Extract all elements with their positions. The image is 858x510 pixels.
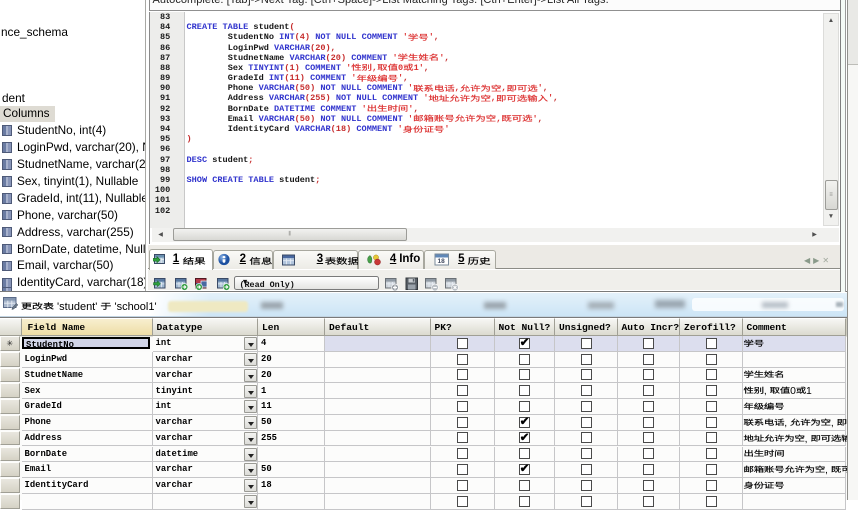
svg-text:18: 18: [437, 258, 445, 265]
